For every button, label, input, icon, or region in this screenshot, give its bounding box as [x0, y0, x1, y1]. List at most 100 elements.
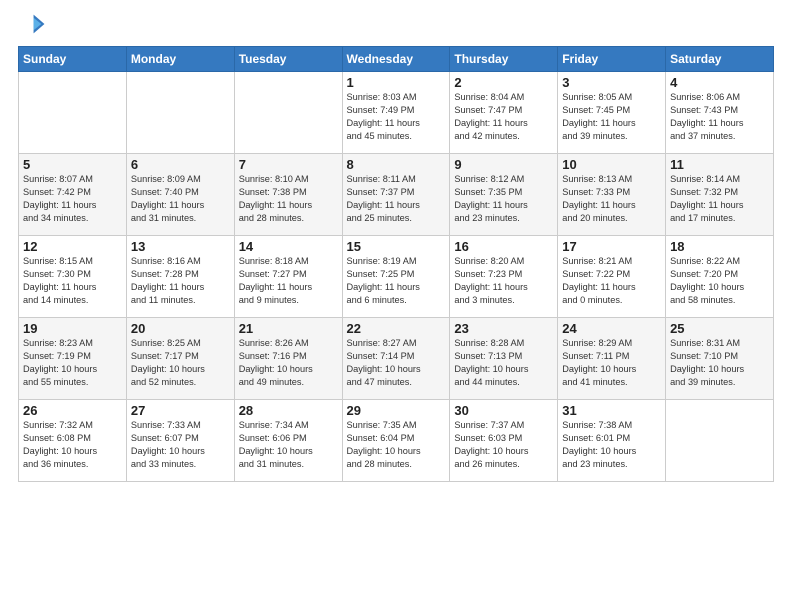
calendar-cell: 4Sunrise: 8:06 AM Sunset: 7:43 PM Daylig…	[666, 72, 774, 154]
day-number: 27	[131, 403, 230, 418]
calendar-cell: 15Sunrise: 8:19 AM Sunset: 7:25 PM Dayli…	[342, 236, 450, 318]
weekday-header: Saturday	[666, 47, 774, 72]
day-info: Sunrise: 8:10 AM Sunset: 7:38 PM Dayligh…	[239, 173, 338, 225]
calendar-cell: 20Sunrise: 8:25 AM Sunset: 7:17 PM Dayli…	[126, 318, 234, 400]
header	[18, 10, 774, 38]
day-number: 4	[670, 75, 769, 90]
day-info: Sunrise: 8:21 AM Sunset: 7:22 PM Dayligh…	[562, 255, 661, 307]
calendar-header: SundayMondayTuesdayWednesdayThursdayFrid…	[19, 47, 774, 72]
calendar-cell: 23Sunrise: 8:28 AM Sunset: 7:13 PM Dayli…	[450, 318, 558, 400]
calendar-cell: 29Sunrise: 7:35 AM Sunset: 6:04 PM Dayli…	[342, 400, 450, 482]
day-info: Sunrise: 8:03 AM Sunset: 7:49 PM Dayligh…	[347, 91, 446, 143]
calendar-cell: 27Sunrise: 7:33 AM Sunset: 6:07 PM Dayli…	[126, 400, 234, 482]
day-info: Sunrise: 7:34 AM Sunset: 6:06 PM Dayligh…	[239, 419, 338, 471]
calendar-week-row: 1Sunrise: 8:03 AM Sunset: 7:49 PM Daylig…	[19, 72, 774, 154]
day-info: Sunrise: 8:11 AM Sunset: 7:37 PM Dayligh…	[347, 173, 446, 225]
day-number: 14	[239, 239, 338, 254]
calendar-cell: 2Sunrise: 8:04 AM Sunset: 7:47 PM Daylig…	[450, 72, 558, 154]
calendar-cell: 28Sunrise: 7:34 AM Sunset: 6:06 PM Dayli…	[234, 400, 342, 482]
calendar-table: SundayMondayTuesdayWednesdayThursdayFrid…	[18, 46, 774, 482]
day-info: Sunrise: 8:23 AM Sunset: 7:19 PM Dayligh…	[23, 337, 122, 389]
day-info: Sunrise: 7:38 AM Sunset: 6:01 PM Dayligh…	[562, 419, 661, 471]
calendar-cell: 9Sunrise: 8:12 AM Sunset: 7:35 PM Daylig…	[450, 154, 558, 236]
weekday-row: SundayMondayTuesdayWednesdayThursdayFrid…	[19, 47, 774, 72]
page: SundayMondayTuesdayWednesdayThursdayFrid…	[0, 0, 792, 612]
day-number: 20	[131, 321, 230, 336]
day-number: 29	[347, 403, 446, 418]
day-info: Sunrise: 8:19 AM Sunset: 7:25 PM Dayligh…	[347, 255, 446, 307]
weekday-header: Thursday	[450, 47, 558, 72]
calendar-cell: 7Sunrise: 8:10 AM Sunset: 7:38 PM Daylig…	[234, 154, 342, 236]
calendar-body: 1Sunrise: 8:03 AM Sunset: 7:49 PM Daylig…	[19, 72, 774, 482]
calendar-cell: 30Sunrise: 7:37 AM Sunset: 6:03 PM Dayli…	[450, 400, 558, 482]
calendar-week-row: 19Sunrise: 8:23 AM Sunset: 7:19 PM Dayli…	[19, 318, 774, 400]
calendar-cell: 18Sunrise: 8:22 AM Sunset: 7:20 PM Dayli…	[666, 236, 774, 318]
day-number: 9	[454, 157, 553, 172]
weekday-header: Sunday	[19, 47, 127, 72]
day-info: Sunrise: 7:37 AM Sunset: 6:03 PM Dayligh…	[454, 419, 553, 471]
day-number: 7	[239, 157, 338, 172]
day-number: 8	[347, 157, 446, 172]
day-info: Sunrise: 7:35 AM Sunset: 6:04 PM Dayligh…	[347, 419, 446, 471]
calendar-week-row: 12Sunrise: 8:15 AM Sunset: 7:30 PM Dayli…	[19, 236, 774, 318]
day-number: 13	[131, 239, 230, 254]
calendar-cell: 17Sunrise: 8:21 AM Sunset: 7:22 PM Dayli…	[558, 236, 666, 318]
calendar-cell	[234, 72, 342, 154]
calendar-cell	[19, 72, 127, 154]
day-number: 24	[562, 321, 661, 336]
day-number: 26	[23, 403, 122, 418]
day-info: Sunrise: 8:27 AM Sunset: 7:14 PM Dayligh…	[347, 337, 446, 389]
day-number: 21	[239, 321, 338, 336]
weekday-header: Wednesday	[342, 47, 450, 72]
calendar-cell: 3Sunrise: 8:05 AM Sunset: 7:45 PM Daylig…	[558, 72, 666, 154]
day-info: Sunrise: 8:25 AM Sunset: 7:17 PM Dayligh…	[131, 337, 230, 389]
day-number: 16	[454, 239, 553, 254]
calendar-cell: 11Sunrise: 8:14 AM Sunset: 7:32 PM Dayli…	[666, 154, 774, 236]
calendar-cell: 10Sunrise: 8:13 AM Sunset: 7:33 PM Dayli…	[558, 154, 666, 236]
weekday-header: Friday	[558, 47, 666, 72]
day-info: Sunrise: 8:20 AM Sunset: 7:23 PM Dayligh…	[454, 255, 553, 307]
calendar-cell: 16Sunrise: 8:20 AM Sunset: 7:23 PM Dayli…	[450, 236, 558, 318]
calendar-cell: 21Sunrise: 8:26 AM Sunset: 7:16 PM Dayli…	[234, 318, 342, 400]
day-number: 10	[562, 157, 661, 172]
day-number: 3	[562, 75, 661, 90]
day-number: 5	[23, 157, 122, 172]
calendar-cell: 31Sunrise: 7:38 AM Sunset: 6:01 PM Dayli…	[558, 400, 666, 482]
calendar-cell: 24Sunrise: 8:29 AM Sunset: 7:11 PM Dayli…	[558, 318, 666, 400]
logo-icon	[18, 10, 46, 38]
day-info: Sunrise: 8:09 AM Sunset: 7:40 PM Dayligh…	[131, 173, 230, 225]
calendar-cell: 26Sunrise: 7:32 AM Sunset: 6:08 PM Dayli…	[19, 400, 127, 482]
calendar-cell	[126, 72, 234, 154]
calendar-cell: 12Sunrise: 8:15 AM Sunset: 7:30 PM Dayli…	[19, 236, 127, 318]
day-info: Sunrise: 8:14 AM Sunset: 7:32 PM Dayligh…	[670, 173, 769, 225]
calendar-cell: 5Sunrise: 8:07 AM Sunset: 7:42 PM Daylig…	[19, 154, 127, 236]
day-info: Sunrise: 8:05 AM Sunset: 7:45 PM Dayligh…	[562, 91, 661, 143]
calendar-cell: 22Sunrise: 8:27 AM Sunset: 7:14 PM Dayli…	[342, 318, 450, 400]
weekday-header: Tuesday	[234, 47, 342, 72]
day-info: Sunrise: 8:16 AM Sunset: 7:28 PM Dayligh…	[131, 255, 230, 307]
day-number: 23	[454, 321, 553, 336]
calendar-week-row: 5Sunrise: 8:07 AM Sunset: 7:42 PM Daylig…	[19, 154, 774, 236]
day-number: 30	[454, 403, 553, 418]
day-info: Sunrise: 8:31 AM Sunset: 7:10 PM Dayligh…	[670, 337, 769, 389]
day-info: Sunrise: 8:04 AM Sunset: 7:47 PM Dayligh…	[454, 91, 553, 143]
calendar-cell: 14Sunrise: 8:18 AM Sunset: 7:27 PM Dayli…	[234, 236, 342, 318]
calendar-cell: 25Sunrise: 8:31 AM Sunset: 7:10 PM Dayli…	[666, 318, 774, 400]
calendar-cell: 19Sunrise: 8:23 AM Sunset: 7:19 PM Dayli…	[19, 318, 127, 400]
day-number: 31	[562, 403, 661, 418]
day-number: 22	[347, 321, 446, 336]
day-info: Sunrise: 8:26 AM Sunset: 7:16 PM Dayligh…	[239, 337, 338, 389]
day-info: Sunrise: 8:28 AM Sunset: 7:13 PM Dayligh…	[454, 337, 553, 389]
day-number: 18	[670, 239, 769, 254]
calendar-cell: 6Sunrise: 8:09 AM Sunset: 7:40 PM Daylig…	[126, 154, 234, 236]
day-number: 19	[23, 321, 122, 336]
calendar-cell: 13Sunrise: 8:16 AM Sunset: 7:28 PM Dayli…	[126, 236, 234, 318]
day-info: Sunrise: 8:22 AM Sunset: 7:20 PM Dayligh…	[670, 255, 769, 307]
calendar-cell: 1Sunrise: 8:03 AM Sunset: 7:49 PM Daylig…	[342, 72, 450, 154]
day-info: Sunrise: 8:29 AM Sunset: 7:11 PM Dayligh…	[562, 337, 661, 389]
day-info: Sunrise: 7:32 AM Sunset: 6:08 PM Dayligh…	[23, 419, 122, 471]
day-number: 25	[670, 321, 769, 336]
day-info: Sunrise: 8:07 AM Sunset: 7:42 PM Dayligh…	[23, 173, 122, 225]
day-info: Sunrise: 8:15 AM Sunset: 7:30 PM Dayligh…	[23, 255, 122, 307]
calendar-cell	[666, 400, 774, 482]
